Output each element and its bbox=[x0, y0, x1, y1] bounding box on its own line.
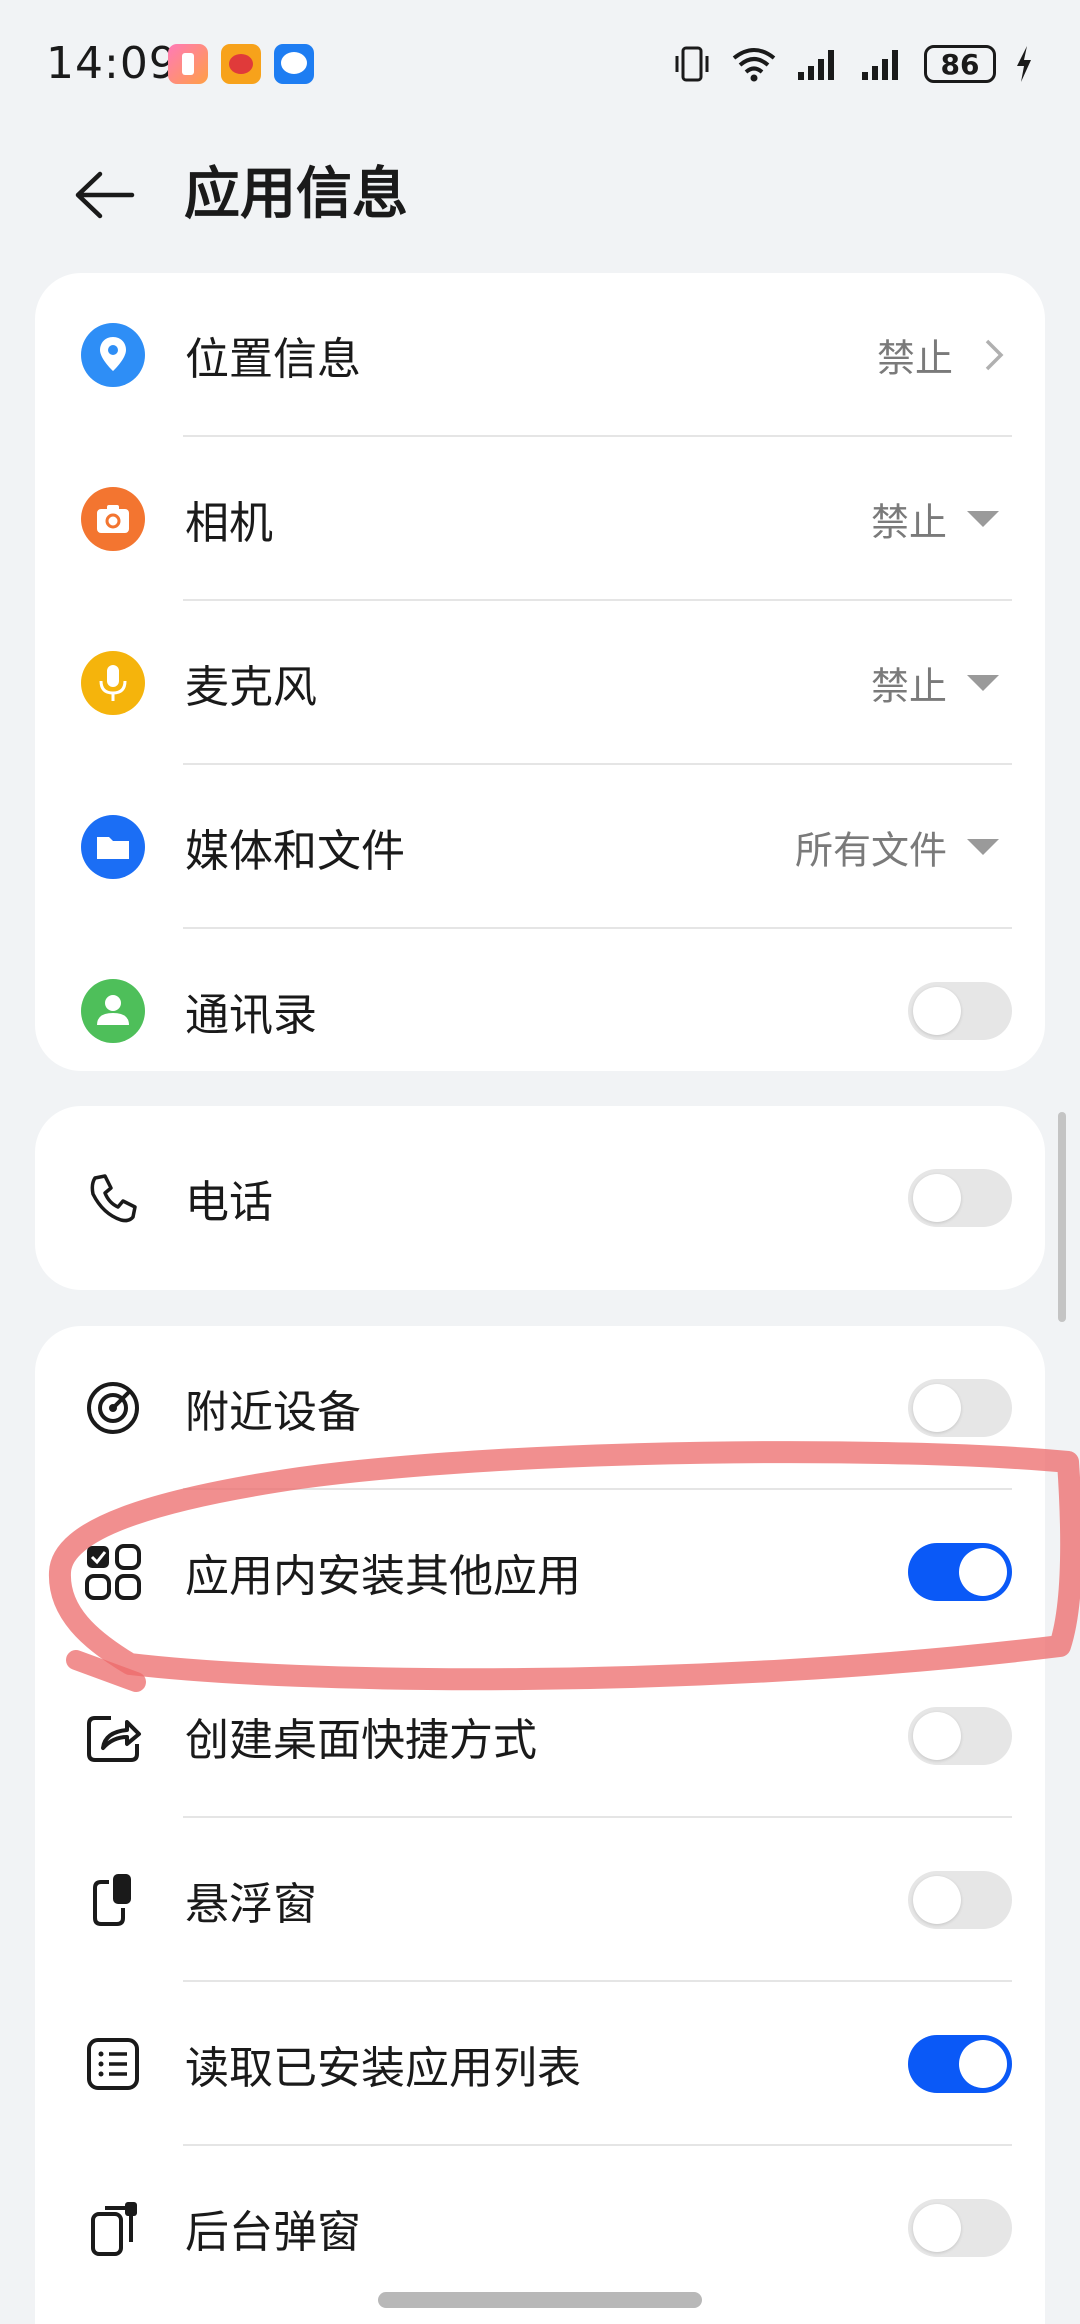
notification-app-icon bbox=[168, 44, 208, 84]
permission-row-shortcut[interactable]: 创建桌面快捷方式 bbox=[35, 1654, 1045, 1818]
permission-row-background-popup[interactable]: 后台弹窗 bbox=[35, 2146, 1045, 2310]
contacts-toggle[interactable] bbox=[908, 982, 1012, 1040]
row-label: 位置信息 bbox=[185, 334, 361, 385]
install-apps-icon bbox=[81, 1540, 145, 1604]
row-label: 创建桌面快捷方式 bbox=[185, 1715, 537, 1766]
row-label: 附近设备 bbox=[185, 1387, 361, 1438]
permission-row-floating-window[interactable]: 悬浮窗 bbox=[35, 1818, 1045, 1982]
signal-icon-1 bbox=[798, 50, 834, 80]
back-button[interactable] bbox=[70, 160, 140, 230]
permission-row-media-files[interactable]: 媒体和文件 所有文件 bbox=[35, 765, 1045, 929]
scrollbar[interactable] bbox=[1058, 1112, 1066, 1322]
row-value: 禁止 bbox=[870, 500, 947, 545]
row-label: 悬浮窗 bbox=[185, 1879, 317, 1930]
permission-row-nearby-devices[interactable]: 附近设备 bbox=[35, 1326, 1045, 1490]
phone-icon bbox=[81, 1166, 145, 1230]
row-label: 电话 bbox=[185, 1177, 273, 1228]
chevron-right-icon bbox=[985, 339, 1004, 371]
battery-icon: 86 bbox=[924, 45, 996, 83]
status-time: 14:09 bbox=[46, 38, 178, 89]
row-label: 应用内安装其他应用 bbox=[185, 1551, 581, 1602]
permissions-card: 位置信息 禁止 相机 禁止 麦克风 禁止 媒体和文件 所有文件 通讯录 bbox=[35, 273, 1045, 1071]
permission-row-phone[interactable]: 电话 bbox=[35, 1116, 1045, 1280]
row-value: 禁止 bbox=[870, 664, 947, 709]
row-label: 相机 bbox=[185, 498, 273, 549]
row-label: 媒体和文件 bbox=[185, 826, 405, 877]
permission-row-app-list[interactable]: 读取已安装应用列表 bbox=[35, 1982, 1045, 2146]
message-notification-icon bbox=[274, 44, 314, 84]
row-label: 麦克风 bbox=[185, 662, 317, 713]
status-icons: 86 bbox=[672, 42, 1034, 86]
floating-window-icon bbox=[81, 1868, 145, 1932]
background-popup-icon bbox=[81, 2196, 145, 2260]
app-info-screen: 14:09 86 应用信息 位置信息 禁止 相机 禁止 麦克风 禁止 媒体和文件… bbox=[0, 0, 1080, 2324]
phone-card: 电话 bbox=[35, 1106, 1045, 1290]
home-indicator[interactable] bbox=[378, 2292, 702, 2308]
row-label: 后台弹窗 bbox=[185, 2207, 361, 2258]
dropdown-caret-icon bbox=[967, 839, 999, 855]
row-value: 禁止 bbox=[876, 336, 953, 381]
other-permissions-card: 附近设备 应用内安装其他应用 创建桌面快捷方式 悬浮窗 读取已安装应用列表 后台… bbox=[35, 1326, 1045, 2324]
permission-row-microphone[interactable]: 麦克风 禁止 bbox=[35, 601, 1045, 765]
signal-icon-2 bbox=[862, 50, 898, 80]
charging-icon bbox=[1017, 46, 1031, 82]
app-list-icon bbox=[81, 2032, 145, 2096]
row-value: 所有文件 bbox=[794, 828, 947, 873]
dropdown-caret-icon bbox=[967, 675, 999, 691]
folder-icon bbox=[81, 815, 145, 879]
shortcut-icon bbox=[81, 1704, 145, 1768]
shortcut-toggle[interactable] bbox=[908, 1707, 1012, 1765]
microphone-icon bbox=[81, 651, 145, 715]
permission-row-contacts[interactable]: 通讯录 bbox=[35, 929, 1045, 1071]
background-popup-toggle[interactable] bbox=[908, 2199, 1012, 2257]
contacts-icon bbox=[81, 979, 145, 1043]
vibrate-icon bbox=[675, 46, 709, 82]
nearby-devices-icon bbox=[81, 1376, 145, 1440]
floating-window-toggle[interactable] bbox=[908, 1871, 1012, 1929]
permission-row-install-apps[interactable]: 应用内安装其他应用 bbox=[35, 1490, 1045, 1654]
phone-toggle[interactable] bbox=[908, 1169, 1012, 1227]
weibo-notification-icon bbox=[221, 44, 261, 84]
row-label: 读取已安装应用列表 bbox=[185, 2043, 581, 2094]
nearby-devices-toggle[interactable] bbox=[908, 1379, 1012, 1437]
app-list-toggle[interactable] bbox=[908, 2035, 1012, 2093]
page-title: 应用信息 bbox=[184, 162, 408, 227]
permission-row-location[interactable]: 位置信息 禁止 bbox=[35, 273, 1045, 437]
camera-icon bbox=[81, 487, 145, 551]
status-bar: 14:09 86 bbox=[0, 0, 1080, 130]
dropdown-caret-icon bbox=[967, 511, 999, 527]
wifi-icon bbox=[732, 48, 776, 82]
back-arrow-icon bbox=[75, 171, 135, 219]
location-icon bbox=[81, 323, 145, 387]
install-apps-toggle[interactable] bbox=[908, 1543, 1012, 1601]
permission-row-camera[interactable]: 相机 禁止 bbox=[35, 437, 1045, 601]
row-label: 通讯录 bbox=[185, 990, 317, 1041]
